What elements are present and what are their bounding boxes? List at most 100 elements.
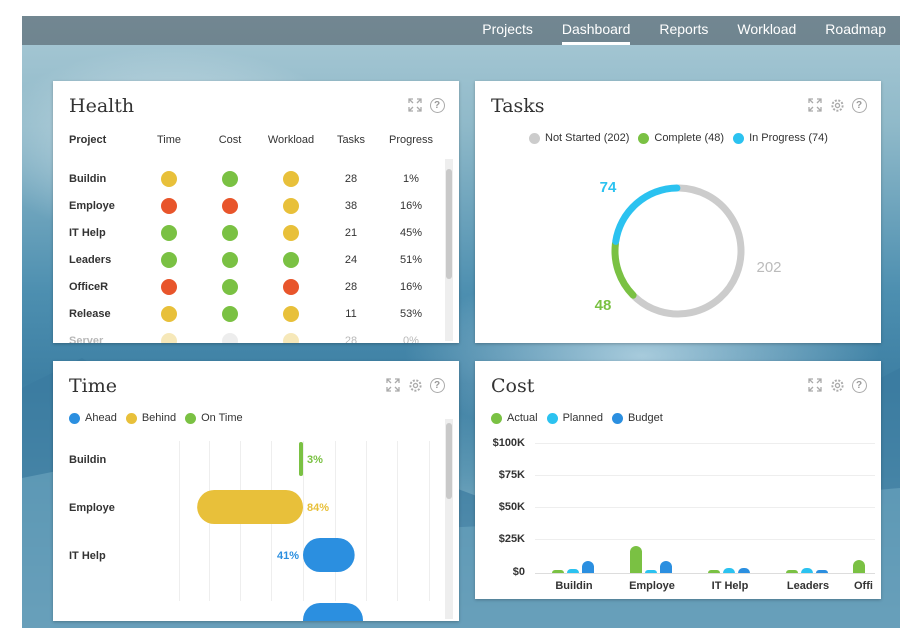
health-table: Project Time Cost Workload Tasks Progres…	[69, 133, 441, 343]
time-bar[interactable]	[303, 603, 363, 621]
progress-value: 51%	[399, 253, 423, 266]
cell-workload-status-dot	[261, 332, 321, 343]
cost-bar-planned[interactable]	[567, 569, 579, 573]
legend-swatch	[491, 412, 502, 424]
grid-line	[535, 443, 875, 444]
time-bar[interactable]	[299, 442, 303, 476]
expand-icon[interactable]	[407, 97, 423, 113]
cost-bar-budget[interactable]	[660, 561, 672, 573]
health-table-header: Project Time Cost Workload Tasks Progres…	[69, 133, 441, 147]
cost-bar-budget[interactable]	[816, 570, 828, 573]
gear-icon[interactable]	[829, 97, 845, 113]
legend-actual[interactable]: Actual	[491, 412, 538, 424]
cost-bar-actual[interactable]	[786, 570, 798, 573]
legend-not-started[interactable]: Not Started (202)	[529, 132, 629, 144]
cost-status-dot	[222, 305, 238, 322]
help-icon[interactable]: ?	[851, 377, 867, 393]
cost-bar-planned[interactable]	[801, 567, 813, 573]
cell-time-status-dot	[139, 251, 199, 268]
health-tools: ?	[407, 97, 445, 113]
cost-legend: Actual Planned Budget	[491, 412, 672, 424]
col-tasks: Tasks	[336, 134, 366, 146]
donut-segment-complete[interactable]	[611, 240, 637, 299]
legend-label: Complete (48)	[654, 132, 725, 144]
donut-segment-in-progress[interactable]	[612, 184, 681, 245]
cost-bar-budget[interactable]	[738, 567, 750, 573]
cost-bar-actual[interactable]	[630, 545, 642, 573]
time-bar[interactable]	[197, 490, 303, 524]
expand-icon[interactable]	[807, 377, 823, 393]
legend-swatch	[546, 412, 558, 424]
project-name: Buildin	[69, 172, 107, 185]
top-navigation-bar: Projects Dashboard Reports Workload Road…	[22, 16, 900, 45]
x-tick-label: Employe	[629, 580, 675, 592]
table-row[interactable]: OfficeR 28 16%	[69, 273, 441, 300]
help-icon[interactable]: ?	[851, 97, 867, 113]
time-status-dot	[161, 170, 177, 187]
table-row[interactable]: Employe 38 16%	[69, 192, 441, 219]
time-status-dot	[161, 197, 177, 214]
nav-projects[interactable]: Projects	[482, 16, 533, 45]
time-status-dot	[161, 224, 177, 241]
help-icon[interactable]: ?	[429, 97, 445, 113]
label-not-started: 202	[756, 259, 781, 276]
time-scrollbar[interactable]	[445, 419, 453, 619]
cost-title: Cost	[491, 375, 535, 397]
health-scroll-thumb[interactable]	[446, 169, 452, 279]
gear-icon[interactable]	[829, 377, 845, 393]
cost-bar-planned[interactable]	[645, 570, 657, 573]
cell-time-status-dot	[139, 332, 199, 343]
progress-value: 53%	[399, 307, 423, 320]
time-row-label: Employe	[69, 502, 115, 514]
col-project: Project	[69, 134, 107, 146]
table-row[interactable]: Buildin 28 1%	[69, 165, 441, 192]
nav-workload[interactable]: Workload	[737, 16, 796, 45]
table-row[interactable]: Leaders 24 51%	[69, 246, 441, 273]
legend-budget[interactable]: Budget	[611, 412, 663, 424]
nav-dashboard[interactable]: Dashboard	[561, 16, 630, 45]
legend-in-progress[interactable]: In Progress (74)	[733, 132, 828, 144]
workload-status-dot	[283, 251, 299, 268]
label-complete: 48	[595, 297, 612, 314]
nav-roadmap[interactable]: Roadmap	[825, 16, 886, 45]
cell-cost-status-dot	[199, 305, 261, 322]
grid-line	[535, 475, 875, 476]
legend-complete[interactable]: Complete (48)	[638, 132, 724, 144]
nav-reports[interactable]: Reports	[659, 16, 708, 45]
y-tick-label: $50K	[498, 501, 525, 513]
progress-value: 0%	[403, 334, 419, 344]
cost-bar-planned[interactable]	[723, 567, 735, 573]
cost-bar-actual[interactable]	[853, 560, 865, 573]
health-title: Health	[69, 95, 135, 117]
workload-status-dot	[283, 305, 299, 322]
table-row[interactable]: IT Help 21 45%	[69, 219, 441, 246]
time-status-dot	[161, 332, 177, 343]
grid-line	[535, 507, 875, 508]
health-panel: Health ? Project Time Cost Workload Task…	[53, 81, 459, 343]
table-row[interactable]: Release 11 53%	[69, 300, 441, 327]
time-bar-label: 3%	[307, 454, 323, 466]
time-status-dot	[161, 278, 177, 295]
time-bar[interactable]	[303, 538, 355, 572]
cost-bar-actual[interactable]	[552, 570, 564, 573]
y-tick-label: $75K	[498, 469, 525, 481]
cost-status-dot	[222, 332, 238, 343]
expand-icon[interactable]	[807, 97, 823, 113]
tasks-donut-chart: 74 48 202	[595, 179, 782, 318]
cost-bar-budget[interactable]	[582, 561, 594, 573]
label-in-progress: 74	[600, 179, 617, 196]
cost-bar-actual[interactable]	[708, 570, 720, 573]
legend-planned[interactable]: Planned	[546, 412, 603, 424]
progress-value: 1%	[403, 172, 419, 185]
table-row[interactable]: Server 28 0%	[69, 327, 441, 343]
col-workload: Workload	[267, 134, 315, 146]
health-scrollbar[interactable]	[445, 159, 453, 341]
cell-workload-status-dot	[261, 224, 321, 241]
time-scroll-thumb[interactable]	[446, 423, 452, 499]
donut-segment-not-started[interactable]	[631, 184, 745, 318]
workload-status-dot	[283, 332, 299, 343]
cell-time-status-dot	[139, 197, 199, 214]
time-row-label: Buildin	[69, 454, 107, 466]
cell-cost-status-dot	[199, 224, 261, 241]
time-bar-label: 84%	[307, 502, 329, 514]
